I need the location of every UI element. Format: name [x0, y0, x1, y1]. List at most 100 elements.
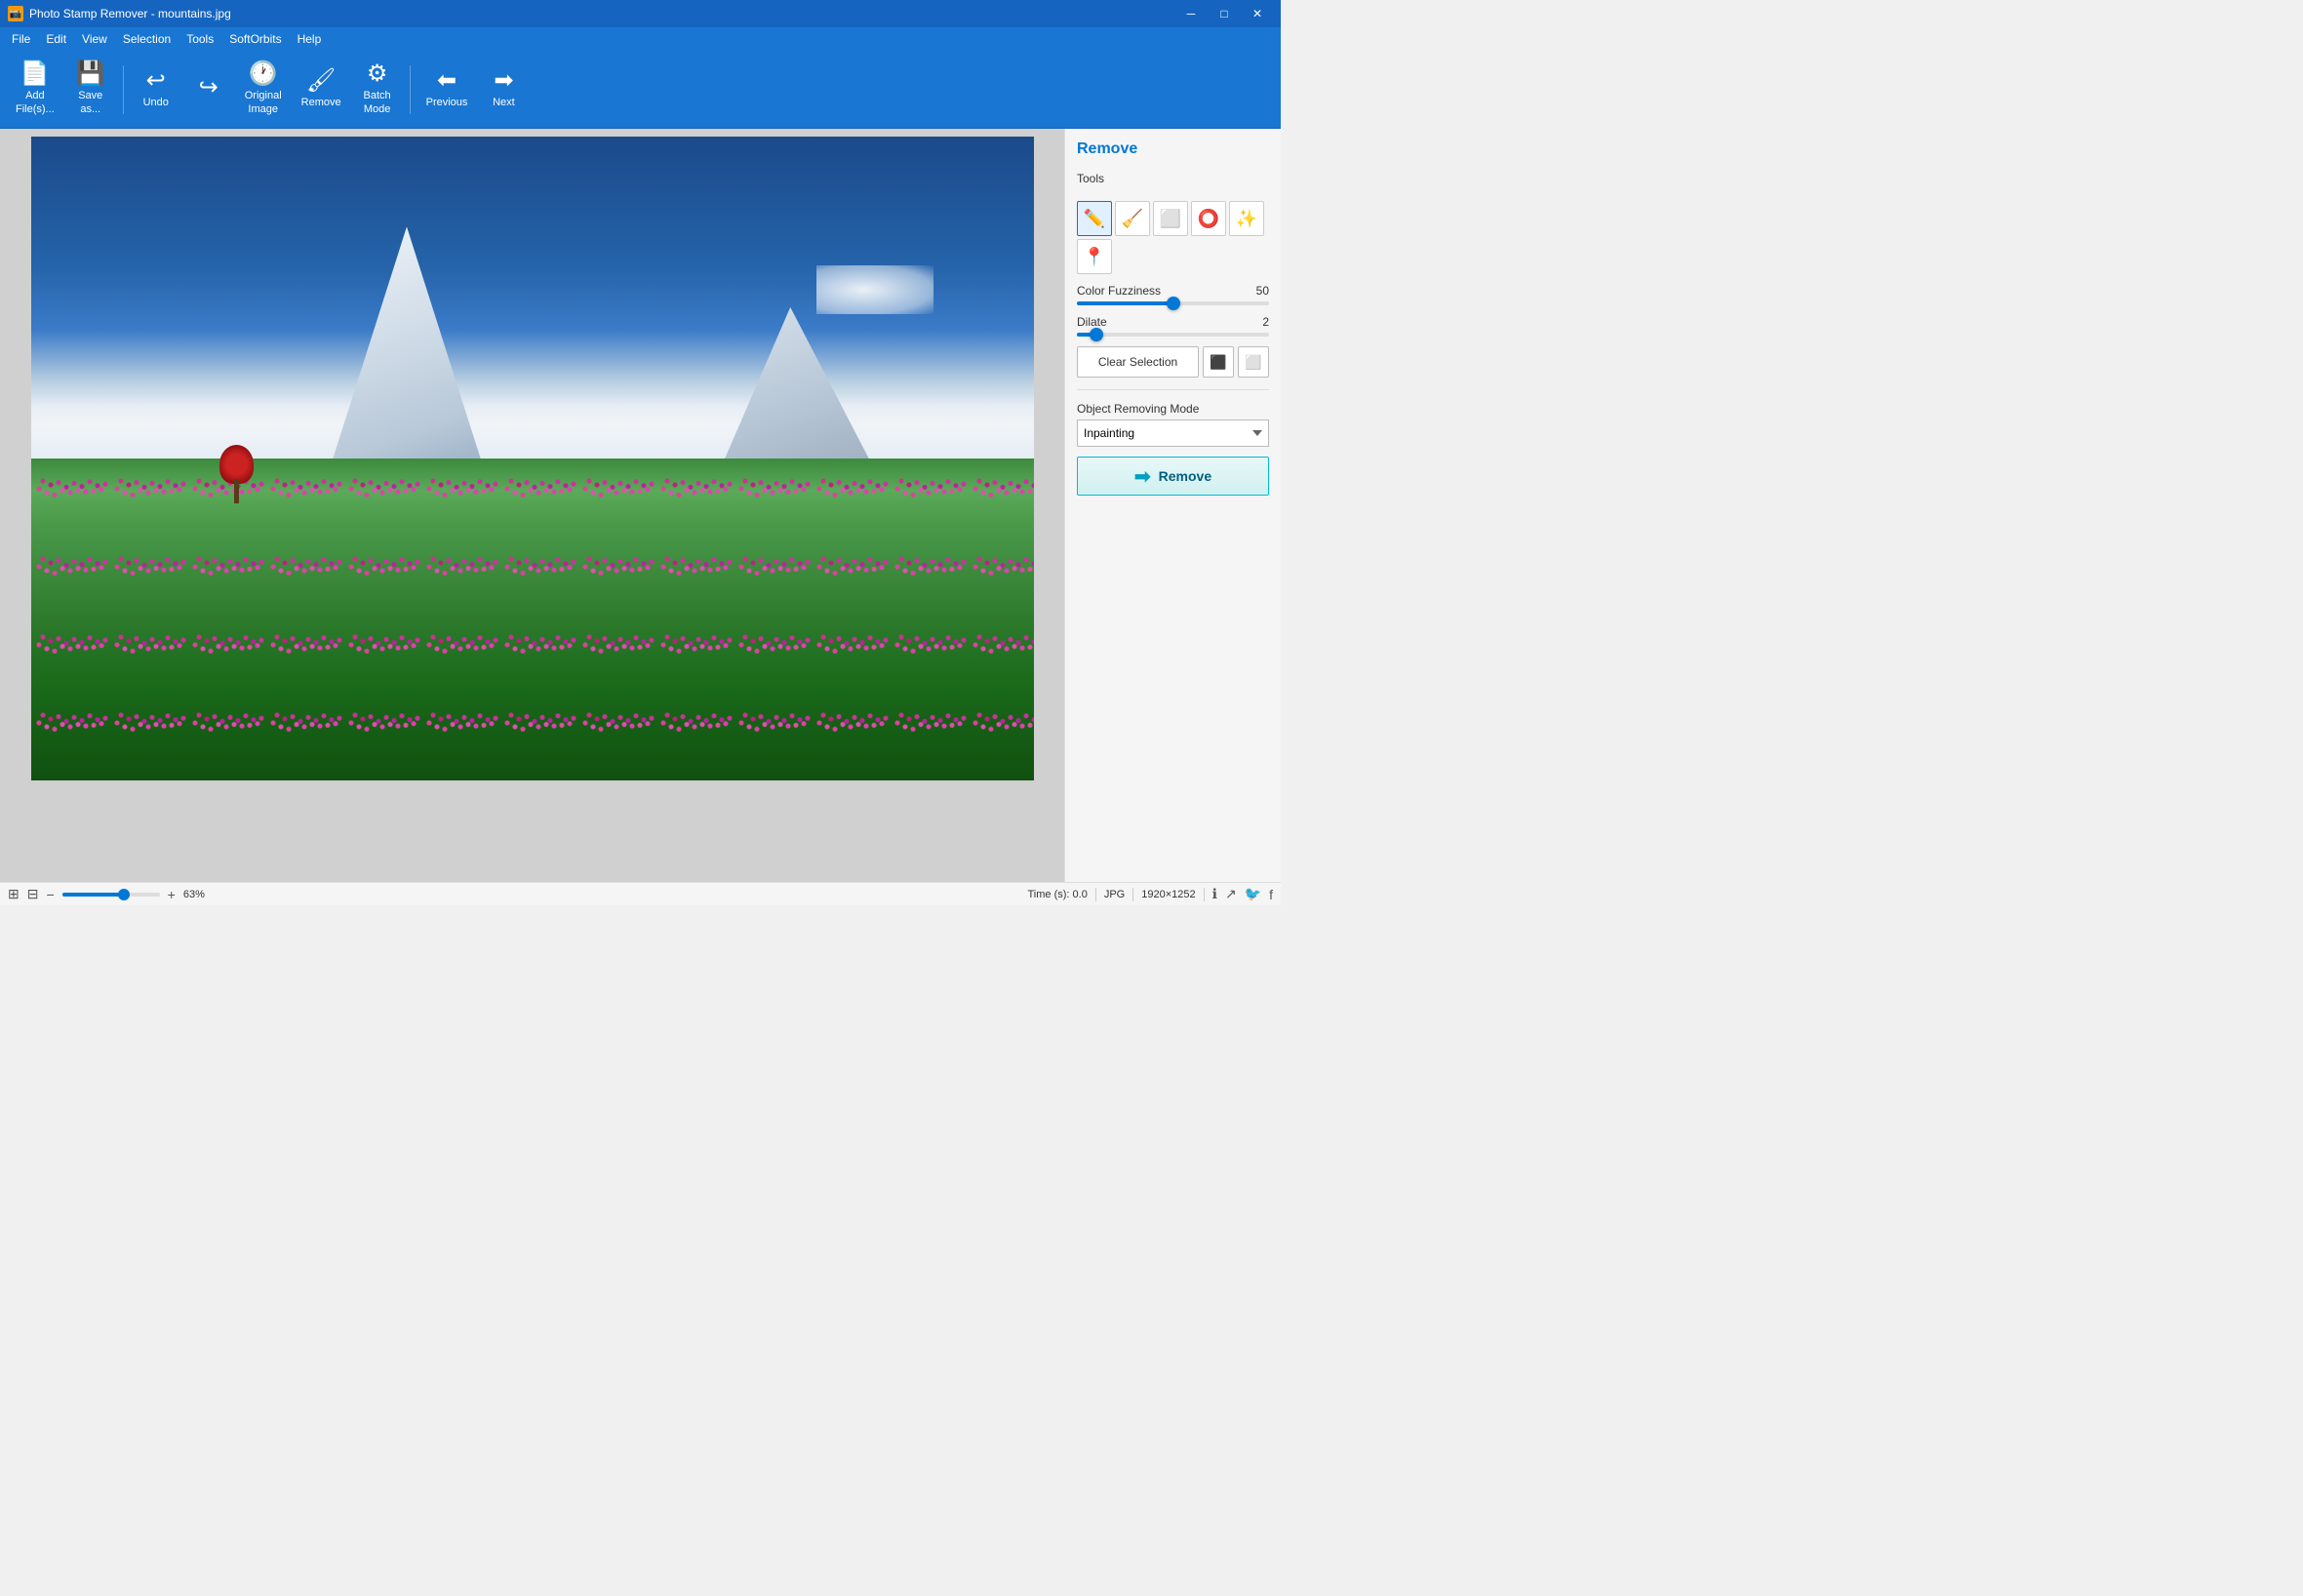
status-sep-2	[1132, 888, 1133, 901]
color-fuzziness-fill	[1077, 301, 1173, 305]
rect-select-btn[interactable]: ⬜	[1153, 201, 1188, 236]
zoom-actual-icon[interactable]: ⊟	[27, 886, 39, 902]
toolbar-sep-2	[410, 65, 411, 114]
time-label: Time (s): 0.0	[1028, 889, 1088, 900]
status-bar-right: Time (s): 0.0 JPG 1920×1252 ℹ ↗ 🐦 f	[1028, 886, 1274, 902]
previous-label: Previous	[426, 97, 468, 109]
status-sep-1	[1095, 888, 1096, 901]
panel-title: Remove	[1077, 140, 1269, 158]
red-tree	[221, 445, 251, 503]
app-icon: 📷	[8, 6, 23, 21]
cloud	[816, 265, 933, 314]
batch-mode-label: BatchMode	[364, 90, 391, 115]
stamp-btn[interactable]: 📍	[1077, 239, 1112, 274]
magic-wand-btn[interactable]: ✨	[1229, 201, 1264, 236]
dilate-value: 2	[1262, 315, 1269, 329]
restore-btn[interactable]: □	[1209, 3, 1240, 24]
menu-file[interactable]: File	[4, 28, 38, 50]
original-image-button[interactable]: 🕐 OriginalImage	[237, 56, 290, 124]
dilate-slider-row: Dilate 2	[1077, 315, 1269, 337]
zoom-in-icon[interactable]: +	[168, 887, 176, 902]
remove-toolbar-button[interactable]: 🖌 Remove	[294, 56, 349, 124]
add-files-icon: 📄	[20, 62, 50, 86]
redo-button[interactable]: ↪	[184, 56, 233, 124]
clear-selection-button[interactable]: Clear Selection	[1077, 346, 1199, 378]
zoom-slider[interactable]	[62, 893, 160, 897]
dilate-header: Dilate 2	[1077, 315, 1269, 329]
twitter-icon[interactable]: 🐦	[1245, 886, 1261, 902]
zoom-out-icon[interactable]: −	[46, 887, 54, 902]
window-title: Photo Stamp Remover - mountains.jpg	[29, 7, 231, 20]
batch-mode-button[interactable]: ⚙ BatchMode	[353, 56, 402, 124]
toolbar-sep-1	[123, 65, 124, 114]
previous-icon: ⬅	[437, 69, 457, 93]
menu-bar: File Edit View Selection Tools SoftOrbit…	[0, 27, 1281, 51]
toolbar: 📄 AddFile(s)... 💾 Saveas... ↩ Undo ↪ 🕐 O…	[0, 51, 1281, 129]
title-bar-left: 📷 Photo Stamp Remover - mountains.jpg	[8, 6, 231, 21]
status-bar: ⊞ ⊟ − + 63% Time (s): 0.0 JPG 1920×1252 …	[0, 882, 1281, 905]
redo-icon: ↪	[199, 76, 218, 100]
dilate-track[interactable]	[1077, 333, 1269, 337]
remove-button[interactable]: ➡ Remove	[1077, 457, 1269, 496]
menu-help[interactable]: Help	[290, 28, 330, 50]
close-btn[interactable]: ✕	[1242, 3, 1273, 24]
canvas-area[interactable]	[0, 129, 1064, 882]
info-icon[interactable]: ℹ	[1212, 886, 1217, 902]
zoom-fit-icon[interactable]: ⊞	[8, 886, 20, 902]
color-fuzziness-header: Color Fuzziness 50	[1077, 284, 1269, 298]
main-container: Remove Tools ✏️ 🧹 ⬜ ⭕ ✨ 📍 Color Fuzzines…	[0, 129, 1281, 882]
save-as-label: Saveas...	[78, 90, 102, 115]
image-canvas	[31, 137, 1034, 780]
menu-tools[interactable]: Tools	[179, 28, 221, 50]
lasso-btn[interactable]: ⭕	[1191, 201, 1226, 236]
menu-edit[interactable]: Edit	[38, 28, 74, 50]
color-fuzziness-label: Color Fuzziness	[1077, 284, 1161, 298]
dilate-thumb[interactable]	[1090, 328, 1103, 341]
clear-selection-row: Clear Selection ⬛ ⬜	[1077, 346, 1269, 378]
zoom-percent: 63%	[183, 889, 205, 900]
color-fuzziness-slider-row: Color Fuzziness 50	[1077, 284, 1269, 305]
red-tree-trunk	[234, 479, 239, 503]
menu-softorbits[interactable]: SoftOrbits	[221, 28, 289, 50]
remove-toolbar-icon: 🖌	[306, 69, 336, 93]
original-image-icon: 🕐	[249, 62, 278, 86]
menu-selection[interactable]: Selection	[115, 28, 179, 50]
panel-divider	[1077, 389, 1269, 390]
color-fuzziness-thumb[interactable]	[1167, 297, 1180, 310]
select-all-icon-btn[interactable]: ⬛	[1203, 346, 1234, 378]
undo-icon: ↩	[146, 69, 166, 93]
original-image-label: OriginalImage	[245, 90, 282, 115]
menu-view[interactable]: View	[74, 28, 115, 50]
tools-section-label: Tools	[1077, 172, 1269, 185]
removing-mode-label: Object Removing Mode	[1077, 402, 1269, 416]
red-tree-crown	[219, 445, 254, 484]
zoom-slider-thumb[interactable]	[118, 889, 130, 900]
add-files-button[interactable]: 📄 AddFile(s)...	[8, 56, 62, 124]
minimize-btn[interactable]: ─	[1175, 3, 1207, 24]
title-bar-controls: ─ □ ✕	[1175, 3, 1273, 24]
next-label: Next	[493, 97, 515, 109]
title-bar: 📷 Photo Stamp Remover - mountains.jpg ─ …	[0, 0, 1281, 27]
save-as-button[interactable]: 💾 Saveas...	[66, 56, 115, 124]
facebook-icon[interactable]: f	[1269, 887, 1273, 902]
undo-button[interactable]: ↩ Undo	[132, 56, 180, 124]
eraser-tool-btn[interactable]: 🧹	[1115, 201, 1150, 236]
next-button[interactable]: ➡ Next	[479, 56, 528, 124]
brush-tool-btn[interactable]: ✏️	[1077, 201, 1112, 236]
share-icon[interactable]: ↗	[1225, 886, 1237, 902]
invert-selection-icon-btn[interactable]: ⬜	[1238, 346, 1269, 378]
remove-btn-arrow-icon: ➡	[1134, 464, 1151, 489]
status-sep-3	[1204, 888, 1205, 901]
flower-overlay	[31, 426, 1034, 780]
add-files-label: AddFile(s)...	[16, 90, 55, 115]
batch-mode-icon: ⚙	[367, 62, 388, 86]
undo-label: Undo	[143, 97, 169, 109]
remove-toolbar-label: Remove	[301, 97, 341, 109]
color-fuzziness-track[interactable]	[1077, 301, 1269, 305]
file-format: JPG	[1104, 889, 1125, 900]
object-removing-mode-section: Object Removing Mode Inpainting Content …	[1077, 402, 1269, 447]
save-as-icon: 💾	[76, 62, 105, 86]
tools-grid: ✏️ 🧹 ⬜ ⭕ ✨ 📍	[1077, 201, 1269, 274]
previous-button[interactable]: ⬅ Previous	[418, 56, 476, 124]
removing-mode-select[interactable]: Inpainting Content Aware Fill Blur	[1077, 419, 1269, 447]
